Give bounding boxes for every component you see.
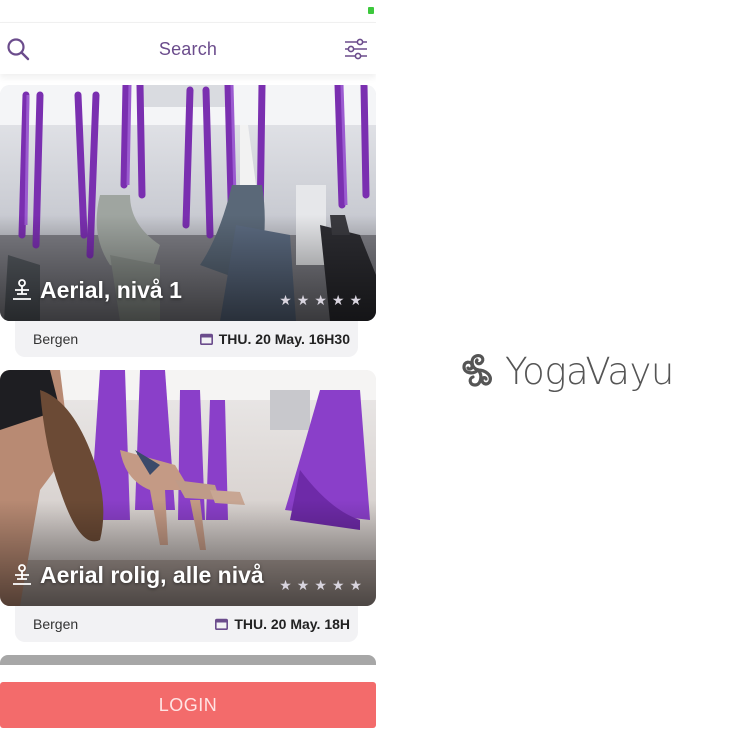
search-label[interactable]: Search	[0, 39, 376, 60]
calendar-icon	[199, 333, 213, 345]
calendar-icon	[215, 618, 229, 630]
star-icon: ★	[349, 577, 362, 593]
status-bar	[0, 0, 376, 22]
app-screen: Search Aerial, nivå 1 ★ ★ ★ ★ ★ Bergen T…	[0, 0, 376, 750]
star-icon: ★	[314, 577, 327, 593]
class-location: Bergen	[33, 616, 79, 632]
star-icon: ★	[279, 292, 292, 308]
brand-name: YogaVayu	[505, 349, 674, 393]
search-bar[interactable]: Search	[0, 22, 376, 74]
battery-icon	[368, 7, 374, 14]
star-icon: ★	[279, 577, 292, 593]
class-title-text: Aerial, nivå 1	[40, 277, 182, 303]
login-button[interactable]: LOGIN	[0, 682, 376, 728]
brand-logo: YogaVayu	[455, 348, 674, 394]
triskele-logo-icon	[462, 354, 492, 387]
class-title[interactable]: Aerial, nivå 1	[10, 277, 182, 304]
yoga-pose-icon	[13, 278, 31, 300]
star-icon: ★	[349, 292, 362, 308]
yoga-pose-icon	[13, 563, 31, 585]
class-datetime: THU. 20 May. 16H30	[199, 331, 350, 347]
rating-stars: ★ ★ ★ ★ ★	[279, 292, 362, 309]
star-icon: ★	[331, 577, 345, 593]
class-datetime-text: THU. 20 May. 16H30	[218, 331, 350, 347]
class-datetime-text: THU. 20 May. 18H	[234, 616, 350, 632]
star-icon: ★	[331, 292, 345, 308]
class-datetime: THU. 20 May. 18H	[215, 616, 350, 632]
class-info: Bergen THU. 20 May. 18H	[15, 606, 358, 642]
class-info: Bergen THU. 20 May. 16H30	[15, 321, 358, 357]
star-icon: ★	[296, 577, 310, 593]
class-location: Bergen	[33, 331, 79, 347]
class-title-text: Aerial rolig, alle nivå	[40, 562, 264, 588]
class-title[interactable]: Aerial rolig, alle nivå	[10, 562, 264, 589]
rating-stars: ★ ★ ★ ★ ★	[279, 577, 362, 594]
star-icon: ★	[296, 292, 310, 308]
class-card-partial[interactable]	[0, 655, 376, 665]
filter-icon[interactable]	[344, 38, 368, 60]
star-icon: ★	[314, 292, 327, 308]
